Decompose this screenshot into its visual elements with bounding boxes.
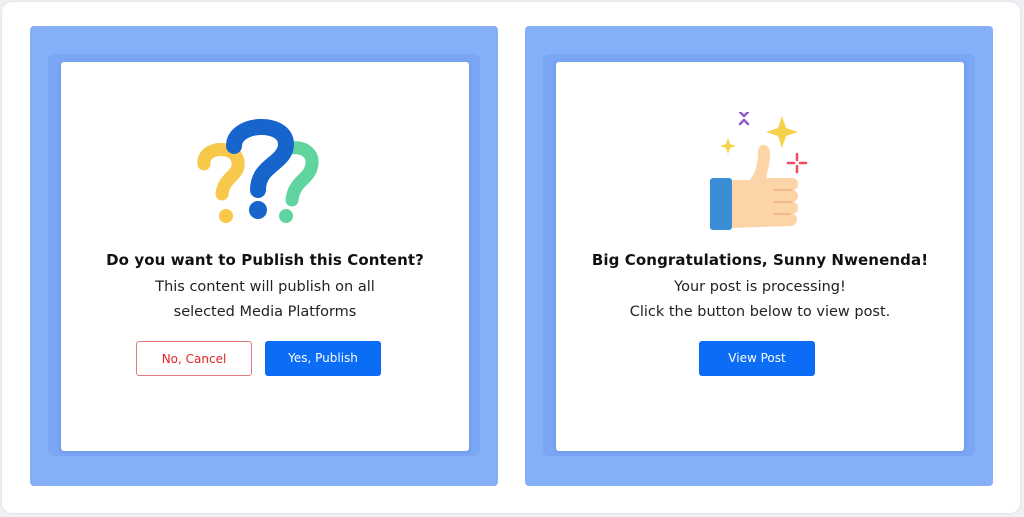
view-post-button[interactable]: View Post xyxy=(699,341,815,376)
thumbs-up-icon xyxy=(556,112,964,232)
page-canvas: Do you want to Publish this Content? Thi… xyxy=(2,2,1020,513)
publish-confirm-dialog: Do you want to Publish this Content? Thi… xyxy=(61,62,469,451)
publish-modal-backdrop: Do you want to Publish this Content? Thi… xyxy=(30,26,498,486)
dialog-message-line2: Click the button below to view post. xyxy=(629,304,891,320)
dialog-title: Do you want to Publish this Content? xyxy=(106,251,424,269)
success-dialog: Big Congratulations, Sunny Nwenenda! You… xyxy=(556,62,964,451)
dialog-message-line1: Your post is processing! xyxy=(674,279,846,295)
dialog-message-line2: selected Media Platforms xyxy=(173,304,357,320)
question-marks-icon xyxy=(61,112,469,232)
cancel-button[interactable]: No, Cancel xyxy=(136,341,252,376)
dialog-message-line1: This content will publish on all xyxy=(155,279,375,295)
dialog-title: Big Congratulations, Sunny Nwenenda! xyxy=(591,251,929,269)
success-modal-backdrop: Big Congratulations, Sunny Nwenenda! You… xyxy=(525,26,993,486)
publish-button[interactable]: Yes, Publish xyxy=(265,341,381,376)
